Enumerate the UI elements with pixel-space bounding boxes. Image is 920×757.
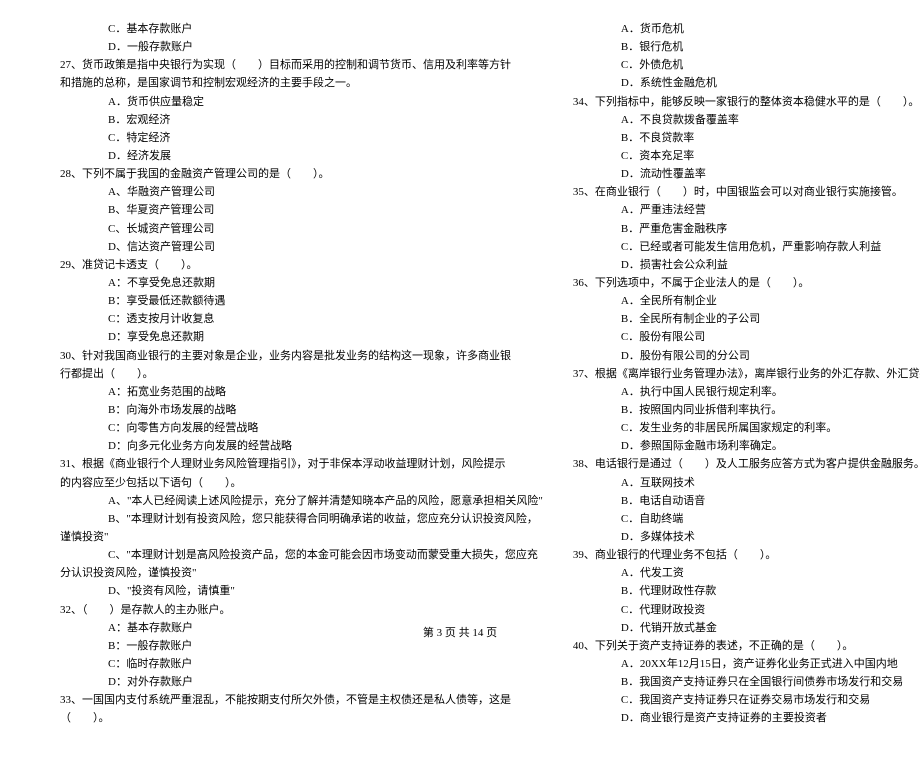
option: D．参照国际金融市场利率确定。 bbox=[573, 437, 920, 455]
option: B．严重危害金融秩序 bbox=[573, 220, 920, 238]
option: C．基本存款账户 bbox=[60, 20, 543, 38]
exam-page: C．基本存款账户 D．一般存款账户 27、货币政策是指中央银行为实现（ ）目标而… bbox=[0, 0, 920, 757]
question-33: 33、一国国内支付系统严重混乱，不能按期支付所欠外债，不管是主权债还是私人债等，… bbox=[60, 691, 543, 709]
option: D．损害社会公众利益 bbox=[573, 256, 920, 274]
option: C．代理财政投资 bbox=[573, 601, 920, 619]
option: A．全民所有制企业 bbox=[573, 292, 920, 310]
question-31: 31、根据《商业银行个人理财业务风险管理指引》，对于非保本浮动收益理财计划，风险… bbox=[60, 455, 543, 473]
option: D、"投资有风险，请慎重" bbox=[60, 582, 543, 600]
option: D．股份有限公司的分公司 bbox=[573, 347, 920, 365]
question-36: 36、下列选项中，不属于企业法人的是（ ）。 bbox=[573, 274, 920, 292]
option: A：拓宽业务范围的战略 bbox=[60, 383, 543, 401]
question-30-cont: 行都提出（ ）。 bbox=[60, 365, 543, 383]
option-cont: 谨慎投资" bbox=[60, 528, 543, 546]
option: B．银行危机 bbox=[573, 38, 920, 56]
option: D：向多元化业务方向发展的经营战略 bbox=[60, 437, 543, 455]
option: A．执行中国人民银行规定利率。 bbox=[573, 383, 920, 401]
option: C、"本理财计划是高风险投资产品，您的本金可能会因市场变动而蒙受重大损失，您应充 bbox=[60, 546, 543, 564]
option: A．货币危机 bbox=[573, 20, 920, 38]
option: D．经济发展 bbox=[60, 147, 543, 165]
option: B．按照国内同业拆借利率执行。 bbox=[573, 401, 920, 419]
question-32: 32、（ ）是存款人的主办账户。 bbox=[60, 601, 543, 619]
question-38: 38、电话银行是通过（ ）及人工服务应答方式为客户提供金融服务。 bbox=[573, 455, 920, 473]
option-cont: 分认识投资风险，谨慎投资" bbox=[60, 564, 543, 582]
option: A、"本人已经阅读上述风险提示，充分了解并清楚知晓本产品的风险，愿意承担相关风险… bbox=[60, 492, 543, 510]
option: C：临时存款账户 bbox=[60, 655, 543, 673]
option: B：享受最低还款额待遇 bbox=[60, 292, 543, 310]
option: B．我国资产支持证券只在全国银行间债券市场发行和交易 bbox=[573, 673, 920, 691]
option: C．已经或者可能发生信用危机，严重影响存款人利益 bbox=[573, 238, 920, 256]
option: D．多媒体技术 bbox=[573, 528, 920, 546]
option: A．代发工资 bbox=[573, 564, 920, 582]
question-28: 28、下列不属于我国的金融资产管理公司的是（ ）。 bbox=[60, 165, 543, 183]
option: B．代理财政性存款 bbox=[573, 582, 920, 600]
option: C：透支按月计收复息 bbox=[60, 310, 543, 328]
option: C．我国资产支持证券只在证券交易市场发行和交易 bbox=[573, 691, 920, 709]
option: B．不良贷款率 bbox=[573, 129, 920, 147]
option: C．股份有限公司 bbox=[573, 328, 920, 346]
left-column: C．基本存款账户 D．一般存款账户 27、货币政策是指中央银行为实现（ ）目标而… bbox=[60, 20, 543, 727]
option: C．资本充足率 bbox=[573, 147, 920, 165]
option: A．严重违法经营 bbox=[573, 201, 920, 219]
question-39: 39、商业银行的代理业务不包括（ ）。 bbox=[573, 546, 920, 564]
option: C．外债危机 bbox=[573, 56, 920, 74]
option: C：向零售方向发展的经营战略 bbox=[60, 419, 543, 437]
option: D：对外存款账户 bbox=[60, 673, 543, 691]
right-column: A．货币危机 B．银行危机 C．外债危机 D．系统性金融危机 34、下列指标中，… bbox=[573, 20, 920, 727]
option: B、华夏资产管理公司 bbox=[60, 201, 543, 219]
question-27: 27、货币政策是指中央银行为实现（ ）目标而采用的控制和调节货币、信用及利率等方… bbox=[60, 56, 543, 74]
option: A．不良贷款拨备覆盖率 bbox=[573, 111, 920, 129]
option: D．系统性金融危机 bbox=[573, 74, 920, 92]
option: D．一般存款账户 bbox=[60, 38, 543, 56]
option: D．商业银行是资产支持证券的主要投资者 bbox=[573, 709, 920, 727]
option: A、华融资产管理公司 bbox=[60, 183, 543, 201]
question-27-cont: 和措施的总称，是国家调节和控制宏观经济的主要手段之一。 bbox=[60, 74, 543, 92]
option: A．20XX年12月15日，资产证券化业务正式进入中国内地 bbox=[573, 655, 920, 673]
option: A．货币供应量稳定 bbox=[60, 93, 543, 111]
option: C、长城资产管理公司 bbox=[60, 220, 543, 238]
page-footer: 第 3 页 共 14 页 bbox=[0, 624, 920, 640]
question-31-cont: 的内容应至少包括以下语句（ ）。 bbox=[60, 474, 543, 492]
question-33-cont: （ ）。 bbox=[60, 709, 543, 727]
option: B、"本理财计划有投资风险，您只能获得合同明确承诺的收益，您应充分认识投资风险， bbox=[60, 510, 543, 528]
question-30: 30、针对我国商业银行的主要对象是企业，业务内容是批发业务的结构这一现象，许多商… bbox=[60, 347, 543, 365]
option: B．电话自动语音 bbox=[573, 492, 920, 510]
option: C．发生业务的非居民所属国家规定的利率。 bbox=[573, 419, 920, 437]
option: C．特定经济 bbox=[60, 129, 543, 147]
option: B．全民所有制企业的子公司 bbox=[573, 310, 920, 328]
option: A．互联网技术 bbox=[573, 474, 920, 492]
option: C．自助终端 bbox=[573, 510, 920, 528]
question-34: 34、下列指标中，能够反映一家银行的整体资本稳健水平的是（ ）。 bbox=[573, 93, 920, 111]
option: D：享受免息还款期 bbox=[60, 328, 543, 346]
option: A：不享受免息还款期 bbox=[60, 274, 543, 292]
option: B：向海外市场发展的战略 bbox=[60, 401, 543, 419]
option: D、信达资产管理公司 bbox=[60, 238, 543, 256]
question-37: 37、根据《离岸银行业务管理办法》，离岸银行业务的外汇存款、外汇贷款利率应（ ）… bbox=[573, 365, 920, 383]
option: D．流动性覆盖率 bbox=[573, 165, 920, 183]
question-29: 29、准贷记卡透支（ ）。 bbox=[60, 256, 543, 274]
option: B．宏观经济 bbox=[60, 111, 543, 129]
question-35: 35、在商业银行（ ）时，中国银监会可以对商业银行实施接管。 bbox=[573, 183, 920, 201]
